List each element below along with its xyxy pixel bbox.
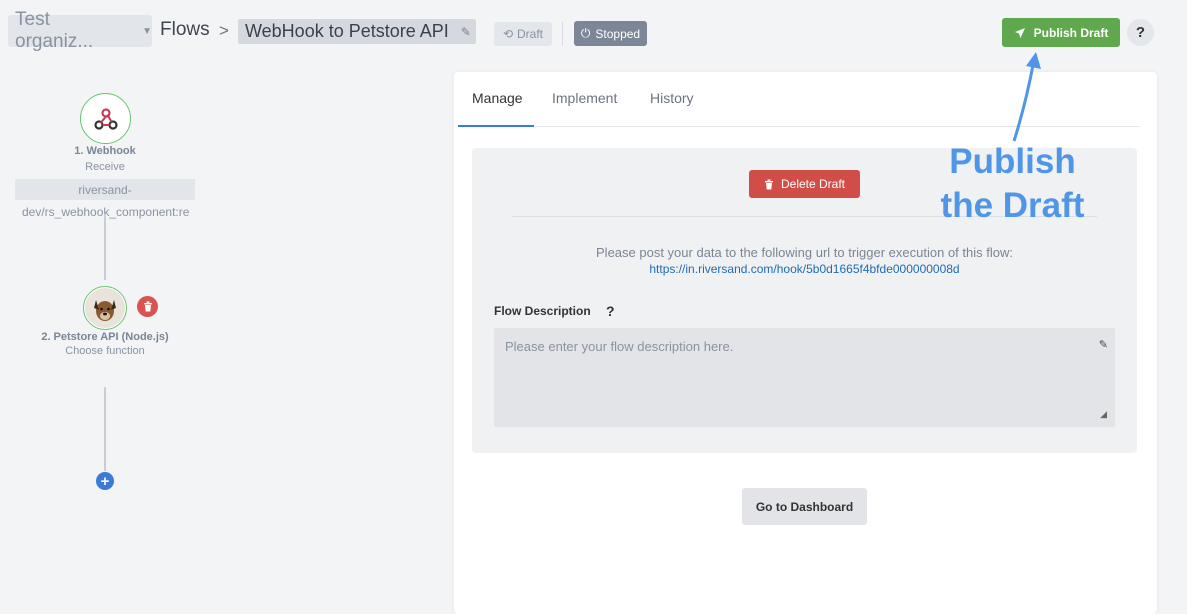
tab-history[interactable]: History xyxy=(650,90,694,106)
caret-down-icon: ▼ xyxy=(142,25,152,37)
petstore-node-subtitle: Choose function xyxy=(65,345,145,357)
webhook-node[interactable] xyxy=(80,93,131,144)
flow-description-textarea[interactable]: Please enter your flow description here.… xyxy=(494,328,1115,427)
go-to-dashboard-button[interactable]: Go to Dashboard xyxy=(742,488,867,525)
publish-draft-button[interactable]: Publish Draft xyxy=(1002,18,1120,47)
draft-badge-label: Draft xyxy=(517,27,544,41)
status-badge[interactable]: ⏻ Stopped xyxy=(574,21,647,46)
draft-badge: ⟲ Draft xyxy=(494,22,552,46)
connector-line xyxy=(104,387,106,471)
help-button[interactable]: ? xyxy=(1127,19,1154,46)
webhook-instructions: Please post your data to the following u… xyxy=(596,245,1013,260)
organization-name: Test organiz... xyxy=(15,9,94,52)
delete-node-button[interactable] xyxy=(137,296,158,317)
trash-icon xyxy=(143,301,152,312)
publish-draft-label: Publish Draft xyxy=(1033,25,1109,40)
flow-description-label: Flow Description xyxy=(494,304,591,318)
status-badge-label: Stopped xyxy=(595,26,641,41)
webhook-node-title: 1. Webhook xyxy=(74,145,136,157)
resize-handle-icon[interactable]: ◢ xyxy=(1100,409,1107,420)
history-icon: ⟲ xyxy=(502,27,514,41)
organization-select[interactable]: Test organiz... ▼ xyxy=(8,9,152,52)
breadcrumb-separator: > xyxy=(219,21,229,40)
flow-name-field[interactable]: WebHook to Petstore API ✎ xyxy=(238,19,476,44)
petstore-node-title: 2. Petstore API (Node.js) xyxy=(41,331,169,343)
pencil-icon[interactable]: ✎ xyxy=(1099,338,1108,351)
tab-manage[interactable]: Manage xyxy=(472,90,523,106)
petstore-node[interactable] xyxy=(83,286,127,330)
annotation-arrow xyxy=(1012,52,1041,142)
delete-draft-button[interactable]: Delete Draft xyxy=(749,170,860,198)
annotation-line1: Publish xyxy=(949,142,1076,181)
webhook-icon xyxy=(93,107,118,130)
trash-icon xyxy=(764,179,773,189)
send-icon xyxy=(1014,27,1025,38)
add-step-button[interactable]: + xyxy=(96,472,114,490)
connector-line xyxy=(104,214,106,280)
webhook-url-link[interactable]: https://in.riversand.com/hook/5b0d1665f4… xyxy=(472,262,1137,276)
webhook-component-path-line1: riversand- xyxy=(78,183,132,197)
description-placeholder: Please enter your flow description here. xyxy=(505,339,734,354)
breadcrumb-flows[interactable]: Flows xyxy=(160,19,210,41)
annotation-text: Publish the Draft xyxy=(915,140,1110,228)
annotation-line2: the Draft xyxy=(940,186,1085,225)
header-divider xyxy=(562,22,563,46)
description-help-icon[interactable]: ? xyxy=(606,303,615,319)
tab-implement[interactable]: Implement xyxy=(552,90,617,106)
active-tab-indicator xyxy=(458,125,534,127)
delete-draft-label: Delete Draft xyxy=(780,177,846,191)
pencil-icon[interactable]: ✎ xyxy=(461,25,471,39)
webhook-component-path-line2: dev/rs_webhook_component:re xyxy=(22,205,190,219)
dog-avatar-icon xyxy=(85,288,125,328)
webhook-node-subtitle: Receive xyxy=(85,161,125,173)
power-icon: ⏻ xyxy=(580,26,591,40)
flow-name-text: WebHook to Petstore API xyxy=(245,21,449,41)
